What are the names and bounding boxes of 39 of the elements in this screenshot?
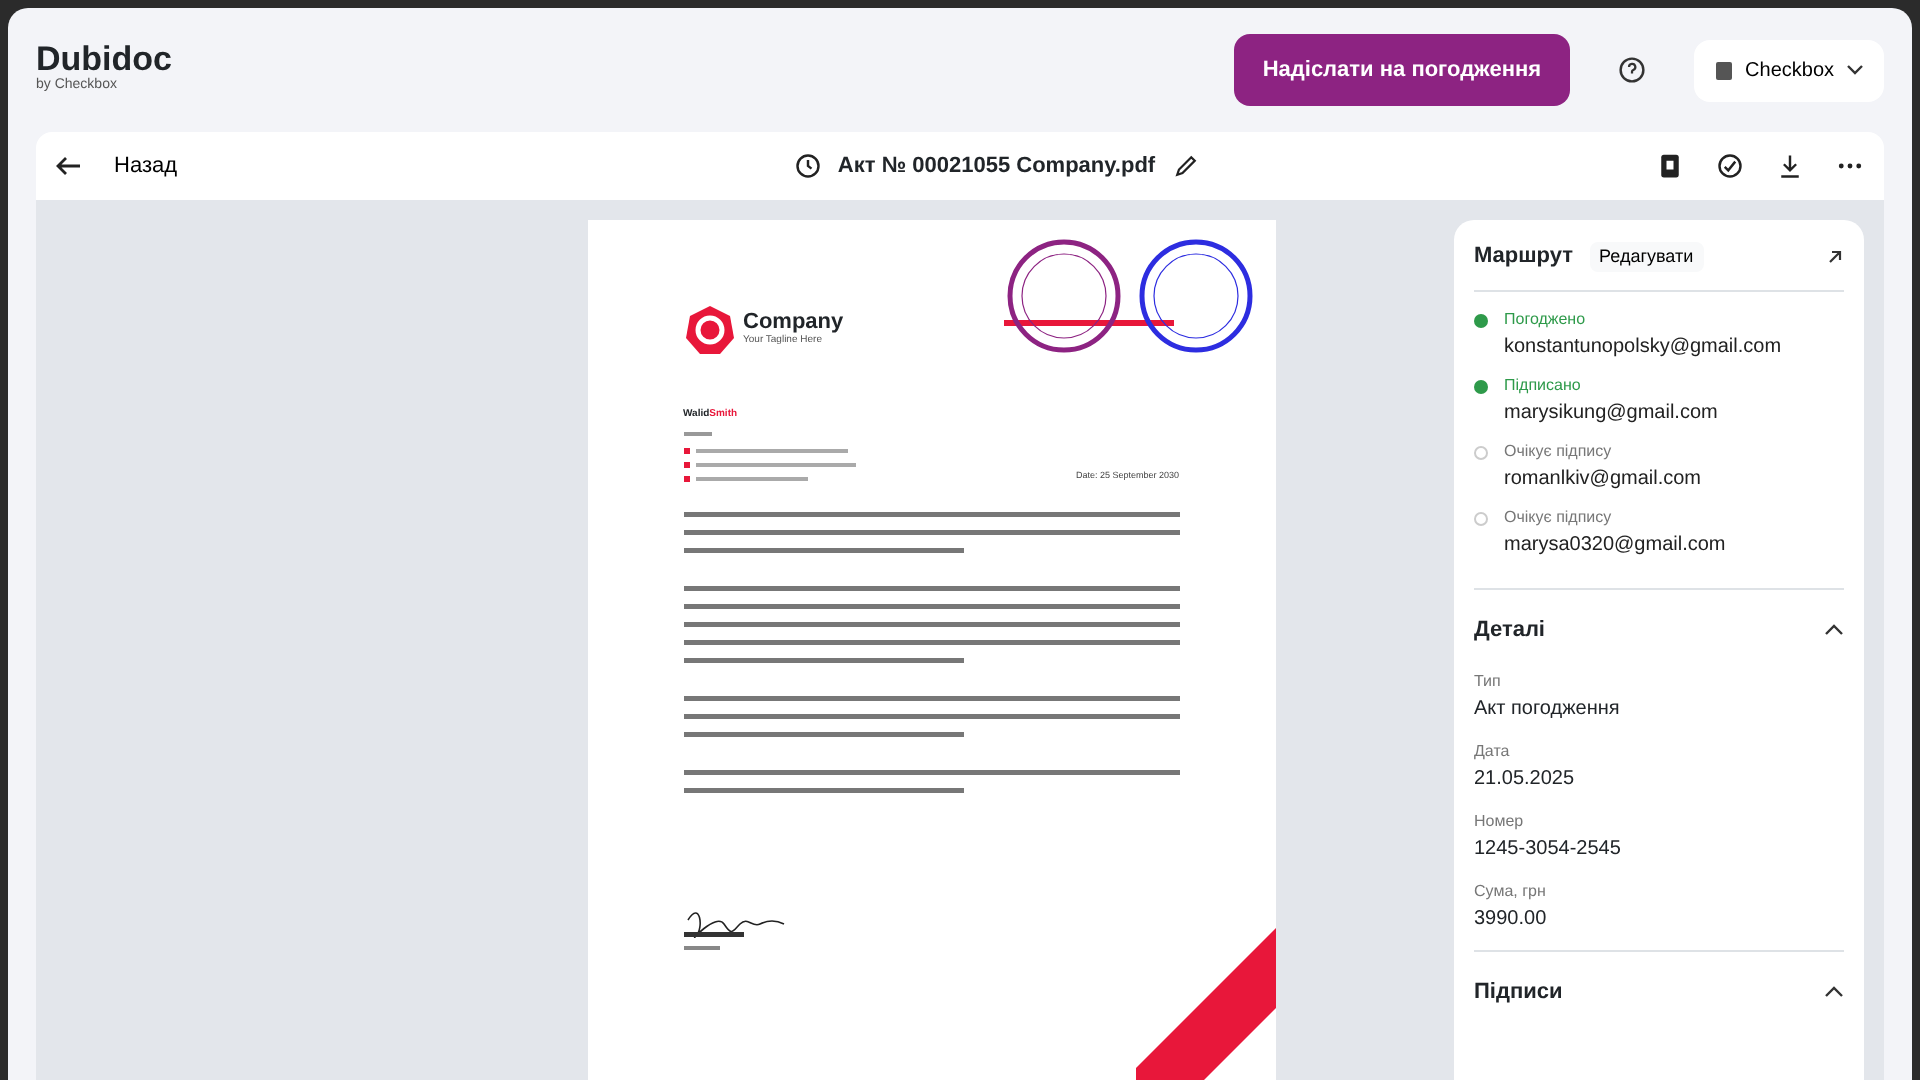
- step-status: Очікує підпису: [1504, 505, 1614, 529]
- history-icon[interactable]: [793, 152, 822, 180]
- account-selector[interactable]: Checkbox: [1693, 39, 1884, 101]
- app-logo-name: Dubidoc: [36, 42, 172, 77]
- field-label: Дата: [1474, 740, 1512, 764]
- building-icon: [1713, 59, 1734, 81]
- field-value: Акт погодження: [1474, 696, 1622, 724]
- send-for-approval-button[interactable]: Надіслати на погодження: [1234, 33, 1570, 107]
- expand-icon[interactable]: [1826, 247, 1844, 266]
- field-value: 3990.00: [1474, 906, 1549, 934]
- company-name: Company: [743, 311, 844, 334]
- step-status: Підписано: [1504, 373, 1583, 397]
- collapse-chevron-icon[interactable]: [1824, 986, 1844, 999]
- back-button[interactable]: Назад: [56, 149, 178, 183]
- field-label: Сума, грн: [1474, 880, 1548, 904]
- field-value: 21.05.2025: [1474, 766, 1577, 794]
- step-email: marysikung@gmail.com: [1504, 399, 1718, 427]
- chevron-down-icon: [1846, 64, 1864, 76]
- back-arrow-icon: [56, 156, 82, 176]
- collapse-chevron-icon[interactable]: [1824, 623, 1844, 636]
- company-logo-icon: [683, 304, 735, 356]
- file-name: Акт № 00021055 Company.pdf: [837, 151, 1156, 182]
- field-label: Номер: [1474, 810, 1526, 834]
- signature-check-icon[interactable]: [1715, 152, 1744, 180]
- step-email: konstantunopolsky@gmail.com: [1504, 333, 1782, 361]
- document-icon[interactable]: [1655, 152, 1684, 180]
- help-icon[interactable]: [1617, 56, 1646, 84]
- step-status: Погоджено: [1504, 307, 1588, 331]
- edit-icon[interactable]: [1171, 152, 1200, 180]
- download-icon[interactable]: [1775, 152, 1804, 180]
- step-email: romanlkiv@gmail.com: [1504, 465, 1702, 493]
- step-status: Очікує підпису: [1504, 439, 1614, 463]
- edit-route-button[interactable]: Редагувати: [1589, 241, 1704, 272]
- section-title: Деталі: [1474, 615, 1545, 645]
- field-value: 1245-3054-2545: [1474, 836, 1623, 864]
- step-email: marysa0320@gmail.com: [1504, 531, 1726, 559]
- section-title: Маршрут: [1474, 242, 1574, 272]
- field-label: Тип: [1474, 670, 1503, 694]
- section-title: Підписи: [1474, 978, 1563, 1008]
